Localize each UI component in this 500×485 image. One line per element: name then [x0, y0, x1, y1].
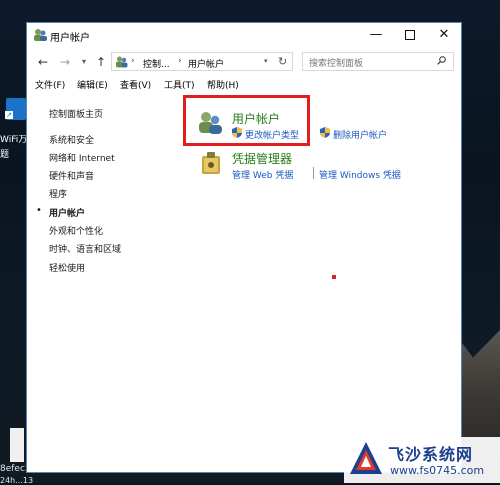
sidebar-item-system-security[interactable]: 系统和安全 — [49, 133, 94, 146]
sidebar-item-ease-of-access[interactable]: 轻松使用 — [49, 261, 85, 274]
sidebar-item-user-accounts: 用户帐户 — [49, 209, 86, 219]
title-bar[interactable]: 用户帐户 — ✕ — [27, 23, 461, 47]
breadcrumb-chevron-icon[interactable]: › — [178, 56, 182, 66]
users-icon — [34, 29, 47, 41]
current-item-bullet-icon: • — [36, 205, 42, 216]
breadcrumb-chevron-icon[interactable]: › — [131, 56, 135, 66]
sidebar-item-appearance[interactable]: 外观和个性化 — [49, 224, 103, 237]
credential-manager-icon[interactable] — [201, 151, 221, 175]
uac-shield-icon — [320, 127, 330, 138]
watermark-logo-icon — [350, 442, 382, 474]
link-separator — [313, 167, 314, 179]
maximize-button[interactable] — [393, 23, 427, 47]
site-watermark: 飞沙系统网 www.fs0745.com — [344, 437, 500, 483]
change-account-type-link[interactable]: 更改帐户类型 — [245, 128, 299, 141]
watermark-url: www.fs0745.com — [390, 464, 485, 477]
menu-edit[interactable]: 编辑(E) — [77, 78, 108, 91]
users-icon[interactable] — [197, 109, 223, 135]
sidebar-item-network[interactable]: 网络和 Internet — [49, 151, 115, 164]
shortcut-arrow-icon: ↗ — [5, 111, 13, 119]
control-panel-icon — [116, 56, 128, 68]
manage-windows-credentials-link[interactable]: 管理 Windows 凭据 — [319, 168, 401, 181]
control-panel-window: 用户帐户 — ✕ ← → ▾ ↑ › 控制... › 用户帐户 ▾ ↻ 搜索控制… — [26, 22, 462, 473]
user-accounts-heading[interactable]: 用户帐户 — [232, 110, 280, 127]
search-icon[interactable] — [437, 56, 446, 65]
desktop-icon-label[interactable]: WiFi万 — [0, 135, 26, 146]
desktop-file-label-2: 24h...13 — [0, 476, 34, 485]
wifi-app-icon[interactable]: ↗ — [4, 98, 28, 132]
breadcrumb-control-panel[interactable]: 控制... — [143, 57, 170, 70]
search-input[interactable]: 搜索控制面板 — [302, 52, 454, 71]
refresh-icon[interactable]: ↻ — [278, 55, 287, 68]
watermark-title: 飞沙系统网 — [388, 445, 474, 464]
sidebar: 控制面板主页 系统和安全 网络和 Internet 硬件和声音 程序 • 用户帐… — [27, 93, 177, 393]
window-title: 用户帐户 — [50, 33, 90, 44]
manage-web-credentials-link[interactable]: 管理 Web 凭据 — [232, 168, 293, 181]
breadcrumb-user-accounts[interactable]: 用户帐户 — [188, 57, 224, 70]
address-bar[interactable]: › 控制... › 用户帐户 ▾ ↻ — [111, 52, 293, 71]
menu-view[interactable]: 查看(V) — [120, 78, 151, 91]
desktop-file-icon[interactable] — [10, 428, 24, 462]
recent-locations-chevron-icon[interactable]: ▾ — [76, 54, 92, 70]
menu-help[interactable]: 帮助(H) — [207, 78, 239, 91]
sidebar-item-hardware[interactable]: 硬件和声音 — [49, 169, 94, 182]
close-button[interactable]: ✕ — [427, 23, 461, 47]
main-content: 用户帐户 更改帐户类型 删除用户帐户 凭据管理器 管理 Web 凭据 管理 Wi… — [177, 93, 461, 393]
search-placeholder: 搜索控制面板 — [309, 59, 364, 69]
menu-tools[interactable]: 工具(T) — [164, 78, 195, 91]
sidebar-item-programs[interactable]: 程序 — [49, 187, 67, 200]
sidebar-item-clock-region[interactable]: 时钟、语言和区域 — [49, 242, 121, 255]
menu-bar: 文件(F) 编辑(E) 查看(V) 工具(T) 帮助(H) — [27, 75, 461, 93]
desktop-icon-label-2: 题 — [0, 150, 10, 160]
back-arrow-icon[interactable]: ← — [35, 54, 51, 70]
credential-manager-heading[interactable]: 凭据管理器 — [232, 150, 292, 167]
forward-arrow-icon[interactable]: → — [57, 54, 73, 70]
menu-file[interactable]: 文件(F) — [35, 78, 65, 91]
remove-user-account-link[interactable]: 删除用户帐户 — [333, 128, 387, 141]
minimize-button[interactable]: — — [359, 23, 393, 47]
up-arrow-icon[interactable]: ↑ — [93, 54, 109, 70]
maximize-icon — [405, 29, 415, 40]
uac-shield-icon — [232, 127, 242, 138]
address-dropdown-icon[interactable]: ▾ — [264, 57, 268, 65]
navigation-bar: ← → ▾ ↑ › 控制... › 用户帐户 ▾ ↻ 搜索控制面板 — [27, 50, 461, 74]
cursor-dot — [332, 275, 336, 279]
sidebar-item-home[interactable]: 控制面板主页 — [49, 107, 103, 120]
